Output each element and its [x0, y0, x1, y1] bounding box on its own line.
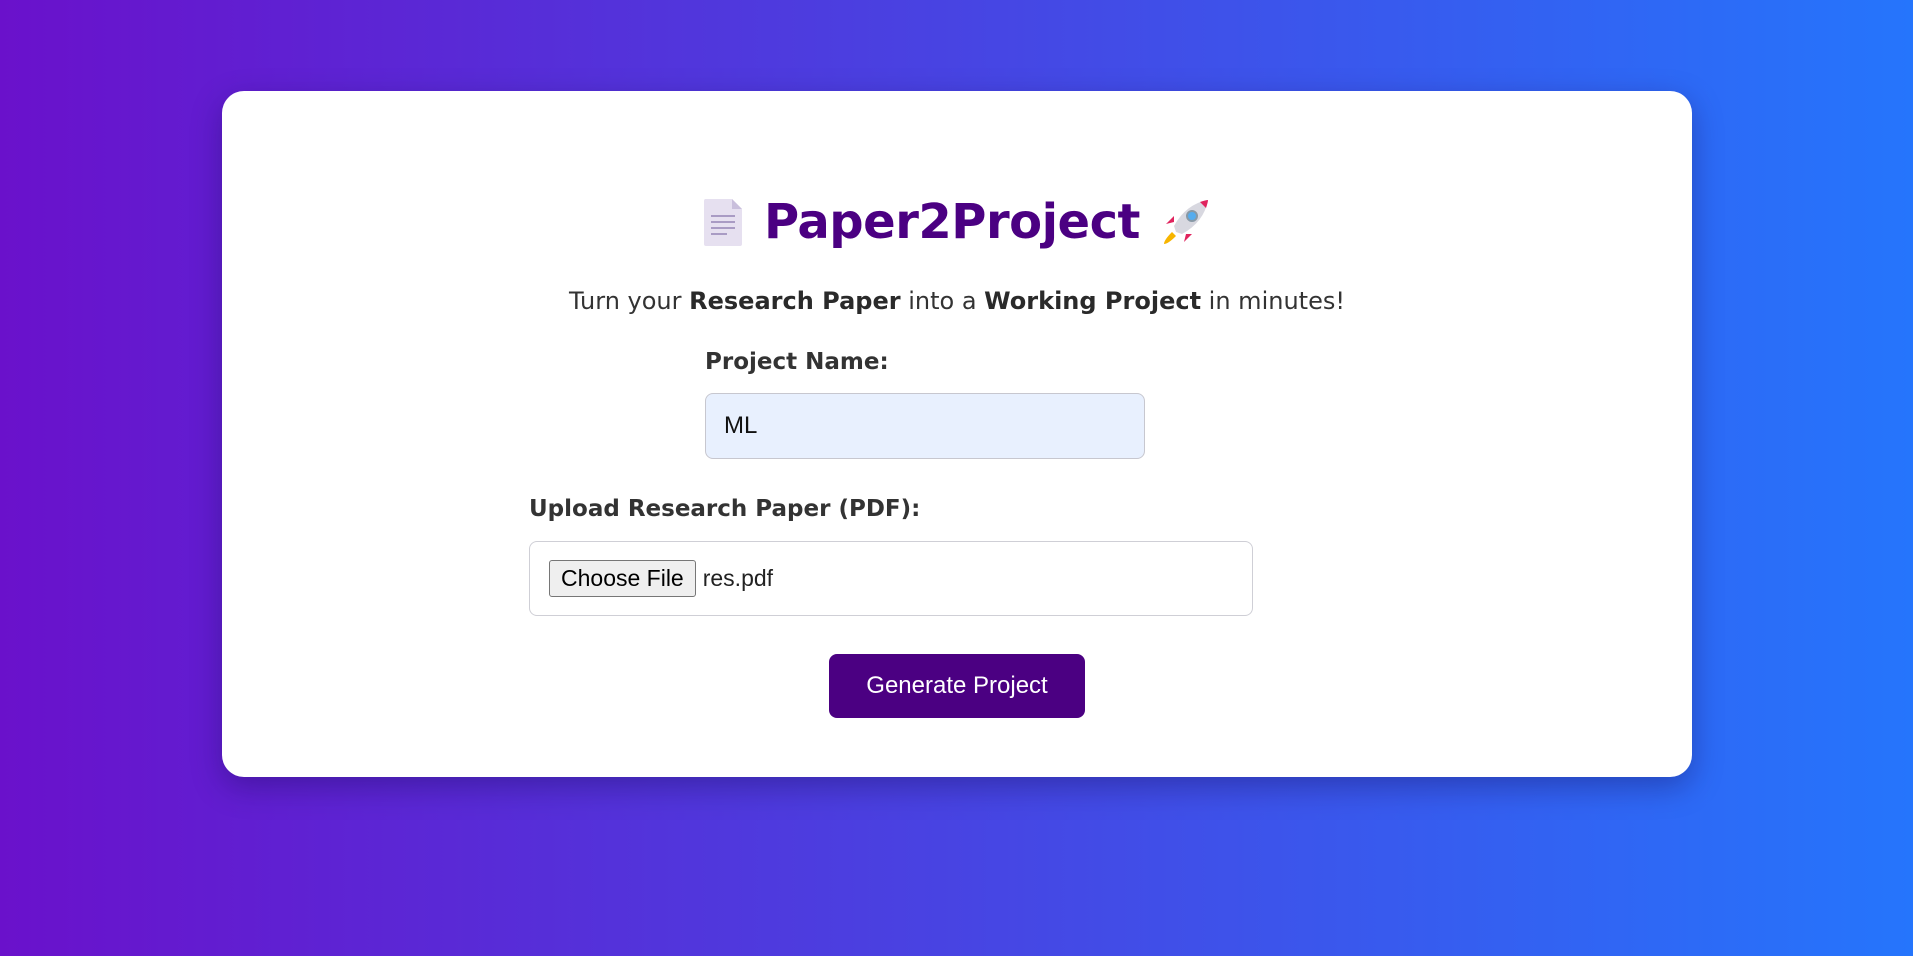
- main-card: Paper2Project Turn your Research Paper i…: [222, 91, 1692, 777]
- project-name-label: Project Name:: [705, 349, 889, 375]
- tagline: Turn your Research Paper into a Working …: [569, 287, 1345, 315]
- tagline-highlight-working-project: Working Project: [984, 287, 1202, 315]
- upload-label: Upload Research Paper (PDF):: [529, 496, 921, 522]
- header: Paper2Project: [222, 187, 1692, 257]
- rocket-icon: [1160, 196, 1212, 248]
- page-title: Paper2Project: [764, 194, 1141, 250]
- project-name-input[interactable]: [705, 393, 1145, 459]
- file-upload-field[interactable]: Choose File res.pdf: [529, 541, 1253, 616]
- choose-file-button[interactable]: Choose File: [549, 560, 696, 597]
- tagline-highlight-research-paper: Research Paper: [689, 287, 901, 315]
- generate-project-button[interactable]: Generate Project: [829, 654, 1085, 718]
- document-icon: [702, 197, 744, 247]
- selected-file-name: res.pdf: [702, 565, 774, 591]
